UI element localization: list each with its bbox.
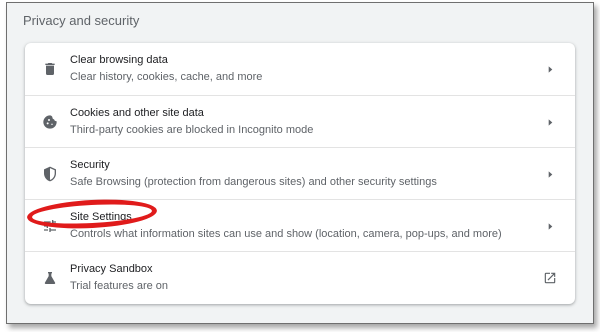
item-title: Cookies and other site data <box>70 107 204 119</box>
item-subtitle: Controls what information sites can use … <box>70 228 502 240</box>
chevron-right-icon[interactable] <box>543 115 557 129</box>
settings-screenshot-frame: Privacy and security Clear browsing data… <box>6 2 594 324</box>
open-in-new-icon[interactable] <box>543 271 557 285</box>
item-title: Site Settings <box>70 211 132 223</box>
item-title: Clear browsing data <box>70 54 168 66</box>
privacy-sandbox-item[interactable]: Privacy Sandbox Trial features are on <box>25 251 575 303</box>
item-subtitle: Trial features are on <box>70 280 169 292</box>
item-subtitle: Clear history, cookies, cache, and more <box>70 71 263 83</box>
section-title: Privacy and security <box>23 13 140 28</box>
item-subtitle: Third-party cookies are blocked in Incog… <box>70 124 314 136</box>
chevron-right-icon[interactable] <box>543 167 557 181</box>
shield-icon <box>41 165 59 183</box>
chevron-right-icon[interactable] <box>543 219 557 233</box>
item-subtitle: Safe Browsing (protection from dangerous… <box>70 176 437 188</box>
trash-icon <box>41 60 59 78</box>
cookie-icon <box>41 113 59 131</box>
tune-icon <box>41 217 59 235</box>
cookies-site-data-item[interactable]: Cookies and other site data Third-party … <box>25 95 575 147</box>
item-title: Privacy Sandbox <box>70 263 153 275</box>
chevron-right-icon[interactable] <box>543 62 557 76</box>
security-item[interactable]: Security Safe Browsing (protection from … <box>25 147 575 199</box>
clear-browsing-data-item[interactable]: Clear browsing data Clear history, cooki… <box>25 43 575 95</box>
item-title: Security <box>70 159 110 171</box>
flask-icon <box>41 269 59 287</box>
site-settings-item[interactable]: Site Settings Controls what information … <box>25 199 575 251</box>
privacy-security-card: Clear browsing data Clear history, cooki… <box>25 43 575 304</box>
